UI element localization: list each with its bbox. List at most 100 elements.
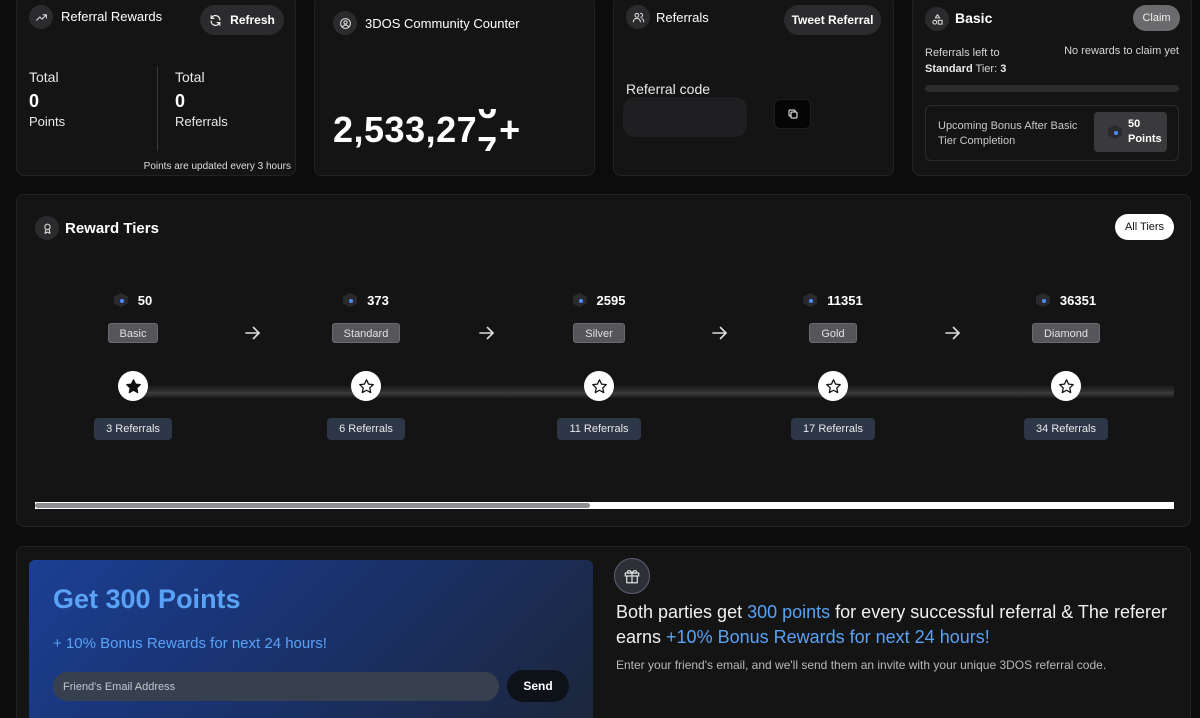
invite-promo-panel: Get 300 Points + 10% Bonus Rewards for n… xyxy=(29,560,593,718)
tier-points: 2595 xyxy=(596,292,626,308)
referral-code-label: Referral code xyxy=(626,81,711,97)
tier-name-badge: Standard xyxy=(331,323,401,343)
friend-email-input[interactable] xyxy=(53,672,499,701)
bonus-value: 50 xyxy=(1128,118,1141,130)
tier-name-badge: Gold xyxy=(809,323,857,343)
referrals-title: Referrals xyxy=(656,10,709,25)
referrals-left-text: Referrals left to Standard Tier: 3 xyxy=(925,45,1006,77)
current-tier-card: Basic Claim Referrals left to Standard T… xyxy=(912,0,1192,176)
rolling-digit-top: 6 xyxy=(477,109,498,127)
tweet-referral-button[interactable]: Tweet Referral xyxy=(784,5,881,35)
users-icon xyxy=(626,5,650,29)
upcoming-bonus-text: Upcoming Bonus After Basic Tier Completi… xyxy=(938,120,1078,147)
next-tier-name: Standard xyxy=(925,63,973,75)
tier-points: 373 xyxy=(367,292,389,308)
invite-section: Get 300 Points + 10% Bonus Rewards for n… xyxy=(16,546,1191,718)
tier-standard: 373 Standard 6 Referrals xyxy=(306,291,426,440)
award-icon xyxy=(35,216,59,240)
referrals-card: Referrals Tweet Referral Referral code xyxy=(613,0,894,176)
tier-referrals-badge: 34 Referrals xyxy=(1024,418,1108,440)
community-counter-title: 3DOS Community Counter xyxy=(365,16,520,31)
community-counter-value: 2,533,27 6 7 + xyxy=(333,109,521,151)
referrals-left-count: 3 xyxy=(1000,63,1007,75)
arrow-right-icon xyxy=(945,326,961,340)
copy-code-button[interactable] xyxy=(774,99,811,129)
horizontal-scrollbar[interactable] xyxy=(35,502,1174,509)
total-points-unit: Points xyxy=(29,114,66,129)
hex-token-icon xyxy=(1108,125,1122,139)
star-icon xyxy=(351,371,381,401)
referral-rewards-card: Referral Rewards Refresh Total 0 Points … xyxy=(16,0,296,176)
total-referrals-unit: Referrals xyxy=(175,114,228,129)
tier-referrals-badge: 6 Referrals xyxy=(327,418,405,440)
star-icon xyxy=(118,371,148,401)
tier-name-badge: Silver xyxy=(573,323,625,343)
tier-points-row: 2595 xyxy=(573,291,626,309)
tier-points-row: 36351 xyxy=(1036,291,1096,309)
trending-up-icon xyxy=(29,5,53,29)
refresh-button[interactable]: Refresh xyxy=(200,5,284,35)
upcoming-bonus-box: Upcoming Bonus After Basic Tier Completi… xyxy=(925,105,1179,161)
referral-rewards-title: Referral Rewards xyxy=(61,9,163,24)
total-referrals-label: Total xyxy=(175,69,205,85)
total-referrals-value: 0 xyxy=(175,91,186,111)
invite-bonus-text: + 10% Bonus Rewards for next 24 hours! xyxy=(53,635,327,652)
rolling-digit-bottom: 7 xyxy=(477,129,498,151)
tier-points: 50 xyxy=(137,292,153,308)
no-rewards-text: No rewards to claim yet xyxy=(1064,45,1179,57)
reward-tiers-title: Reward Tiers xyxy=(65,220,159,237)
hex-token-icon xyxy=(114,293,128,307)
user-circle-icon xyxy=(333,11,357,35)
tier-name-badge: Diamond xyxy=(1031,323,1101,343)
star-icon xyxy=(584,371,614,401)
tier-word: Tier: xyxy=(972,63,1001,75)
upcoming-bonus-badge: 50 Points xyxy=(1094,112,1167,152)
tier-referrals-badge: 17 Referrals xyxy=(791,418,875,440)
tier-gold: 11351 Gold 17 Referrals xyxy=(773,291,893,440)
tier-diamond: 36351 Diamond 34 Referrals xyxy=(1006,291,1126,440)
tier-name-badge: Basic xyxy=(107,323,159,343)
invite-headline: Get 300 Points xyxy=(53,584,241,614)
star-icon xyxy=(818,371,848,401)
refresh-label: Refresh xyxy=(230,13,275,27)
tier-basic: 50 Basic 3 Referrals xyxy=(73,291,193,440)
tier-points-row: 373 xyxy=(343,291,389,309)
arrow-right-icon xyxy=(479,326,495,340)
counter-suffix: + xyxy=(499,109,521,150)
tier-progress-bar xyxy=(925,85,1179,92)
arrow-right-icon xyxy=(712,326,728,340)
stats-divider xyxy=(157,67,158,151)
hex-token-icon xyxy=(573,293,587,307)
tier-points-row: 50 xyxy=(114,291,152,309)
tier-silver: 2595 Silver 11 Referrals xyxy=(539,291,659,440)
tier-points: 11351 xyxy=(827,292,863,308)
arrow-right-icon xyxy=(245,326,261,340)
claim-button[interactable]: Claim xyxy=(1133,5,1180,31)
refresh-icon xyxy=(209,14,222,27)
scrollbar-thumb[interactable] xyxy=(35,503,590,508)
hex-token-icon xyxy=(803,293,817,307)
total-points-label: Total xyxy=(29,69,59,85)
bonus-unit: Points xyxy=(1128,133,1162,145)
send-invite-button[interactable]: Send xyxy=(507,670,569,702)
tier-points: 36351 xyxy=(1059,292,1097,308)
referrals-left-line1: Referrals left to xyxy=(925,47,1000,59)
explain-highlight-points: 300 points xyxy=(747,602,831,622)
counter-rolling-digit: 6 7 xyxy=(477,109,499,151)
counter-main-digits: 2,533,27 xyxy=(333,109,478,150)
gift-icon xyxy=(614,558,650,594)
tier-referrals-badge: 3 Referrals xyxy=(94,418,172,440)
invite-explanation: Both parties get 300 points for every su… xyxy=(616,600,1176,650)
hex-token-icon xyxy=(1036,293,1050,307)
explain-highlight-bonus: +10% Bonus Rewards for next 24 hours! xyxy=(666,627,990,647)
invite-subtext: Enter your friend's email, and we'll sen… xyxy=(616,658,1107,672)
tier-points-row: 11351 xyxy=(803,291,863,309)
referral-code-field[interactable] xyxy=(623,97,747,137)
tier-shapes-icon xyxy=(925,7,949,31)
all-tiers-button[interactable]: All Tiers xyxy=(1115,214,1174,240)
points-update-note: Points are updated every 3 hours xyxy=(143,161,291,172)
community-counter-card: 3DOS Community Counter 2,533,27 6 7 + xyxy=(314,0,595,176)
total-points-value: 0 xyxy=(29,91,40,111)
tier-referrals-badge: 11 Referrals xyxy=(557,418,641,440)
reward-tiers-card: Reward Tiers All Tiers 50 Basic 3 Referral… xyxy=(16,194,1191,527)
